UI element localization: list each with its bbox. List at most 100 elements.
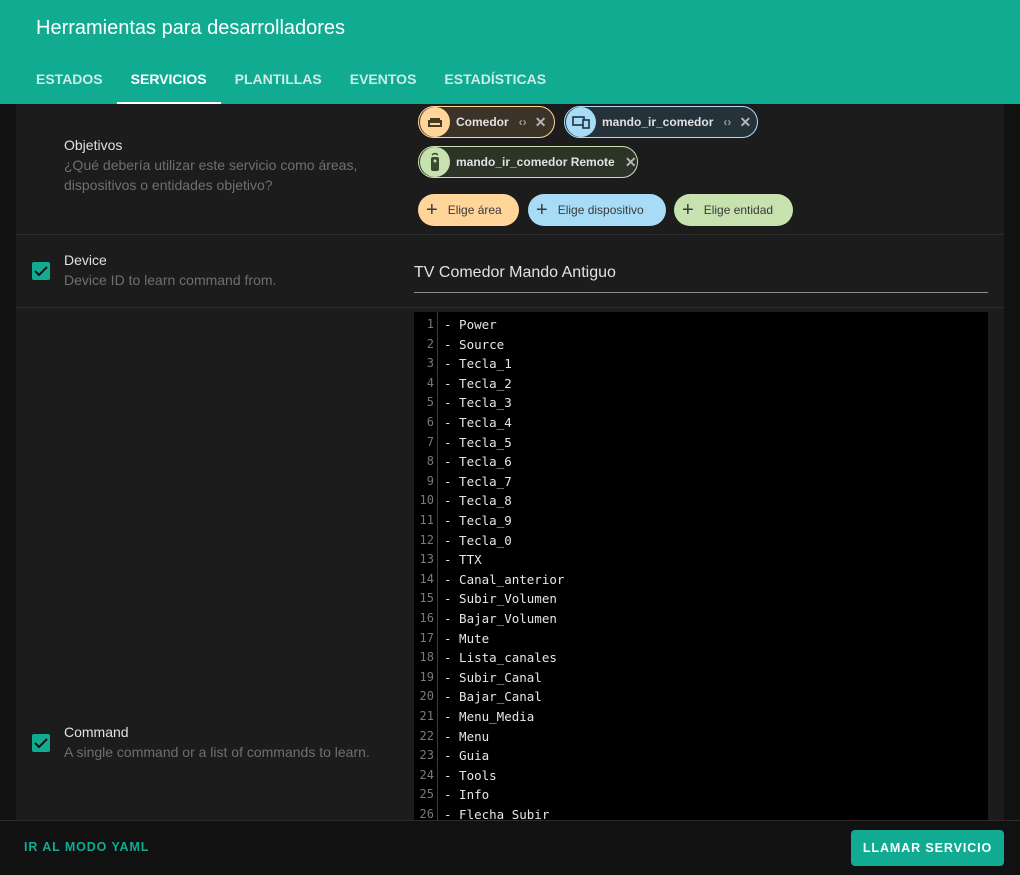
- line-number: 17: [419, 630, 434, 645]
- call-service-button[interactable]: LLAMAR SERVICIO: [851, 830, 1004, 866]
- yaml-mode-button[interactable]: IR AL MODO YAML: [24, 840, 149, 854]
- plus-icon: +: [682, 199, 694, 221]
- entity-chip-mando-ir-comedor-remote[interactable]: mando_ir_comedor Remote ✕: [418, 146, 638, 178]
- pick-device-label: Elige dispositivo: [557, 203, 644, 217]
- line-number: 20: [419, 689, 434, 704]
- line-number: 11: [419, 513, 434, 527]
- code-text: - Tools: [444, 767, 497, 783]
- code-text: - Menu: [444, 728, 490, 744]
- line-number: 23: [419, 748, 434, 763]
- code-text: - Tecla_6: [444, 454, 512, 470]
- device-title: Device: [64, 252, 107, 268]
- code-text: - Bajar_Volumen: [444, 611, 557, 626]
- device-chip-mando-ir-comedor[interactable]: mando_ir_comedor ‹› ✕: [564, 106, 758, 138]
- chip-label: Comedor: [456, 115, 509, 129]
- command-row: Command A single command or a list of co…: [16, 308, 1004, 820]
- line-number: 16: [419, 611, 434, 625]
- line-number: 26: [419, 807, 434, 820]
- code-line: 11 - Tecla_9: [414, 511, 984, 531]
- card-actions: IR AL MODO YAML LLAMAR SERVICIO: [0, 820, 1020, 875]
- code-line: 8 - Tecla_6: [414, 452, 984, 472]
- tab-plantillas[interactable]: PLANTILLAS: [221, 60, 336, 104]
- code-line: 25 - Info: [414, 785, 984, 805]
- targets-description: ¿Qué debería utilizar este servicio como…: [64, 157, 358, 193]
- device-description: Device ID to learn command from.: [64, 272, 277, 288]
- device-checkbox[interactable]: [32, 262, 50, 280]
- expand-icon[interactable]: ‹›: [723, 115, 731, 129]
- code-text: - Tecla_1: [444, 356, 512, 372]
- code-text: - Subir_Canal: [444, 669, 542, 685]
- pick-device-button[interactable]: + Elige dispositivo: [528, 194, 666, 226]
- device-input[interactable]: TV Comedor Mando Antiguo: [414, 263, 988, 293]
- expand-icon[interactable]: ‹›: [519, 115, 527, 129]
- command-description: A single command or a list of commands t…: [64, 744, 370, 760]
- line-number: 1: [426, 317, 434, 331]
- targets-title: Objetivos: [64, 137, 123, 153]
- code-text: - Tecla_9: [444, 513, 512, 528]
- command-code-editor[interactable]: 1 - Power 2 - Source 3 - Tecla_1 4 - Tecla_2 5 - …: [414, 312, 988, 820]
- close-icon[interactable]: ✕: [535, 114, 547, 131]
- code-text: - Info: [444, 787, 490, 803]
- line-number: 9: [426, 473, 434, 488]
- code-text: - Power: [444, 317, 497, 332]
- service-card: Objetivos ¿Qué debería utilizar este ser…: [16, 104, 1004, 820]
- code-line: 6 - Tecla_4: [414, 413, 984, 433]
- tab-estados[interactable]: ESTADOS: [22, 60, 117, 104]
- code-line: 13 - TTX: [414, 550, 984, 570]
- line-number: 18: [419, 650, 434, 665]
- code-text: - Subir_Volumen: [444, 591, 557, 607]
- code-line: 24 - Tools: [414, 766, 984, 786]
- code-text: - Tecla_2: [444, 375, 512, 391]
- code-line: 21 - Menu_Media: [414, 707, 984, 727]
- line-number: 22: [419, 728, 434, 743]
- app-header: Herramientas para desarrolladores ESTADO…: [0, 0, 1020, 104]
- close-icon[interactable]: ✕: [625, 154, 637, 171]
- code-line: 14 - Canal_anterior: [414, 570, 984, 590]
- page-title: Herramientas para desarrolladores: [36, 17, 346, 39]
- code-line: 4 - Tecla_2: [414, 374, 984, 394]
- code-text: - Mute: [444, 630, 490, 646]
- chip-label: mando_ir_comedor: [602, 115, 714, 129]
- code-line: 17 - Mute: [414, 629, 984, 649]
- remote-icon: [420, 147, 450, 177]
- command-checkbox[interactable]: [32, 734, 50, 752]
- code-line: 2 - Source: [414, 335, 984, 355]
- code-text: - Tecla_3: [444, 395, 512, 411]
- tab-servicios[interactable]: SERVICIOS: [116, 60, 221, 104]
- pick-entity-label: Elige entidad: [703, 203, 774, 217]
- code-line: 19 - Subir_Canal: [414, 668, 984, 688]
- line-number: 6: [426, 415, 434, 429]
- code-line: 26 - Flecha_Subir: [414, 805, 984, 820]
- plus-icon: +: [426, 199, 438, 221]
- code-line: 16 - Bajar_Volumen: [414, 609, 984, 629]
- code-text: - Canal_anterior: [444, 571, 565, 587]
- targets-label: Objetivos ¿Qué debería utilizar este ser…: [64, 135, 384, 195]
- line-number: 15: [419, 591, 434, 606]
- command-label: Command A single command or a list of co…: [64, 722, 384, 762]
- code-text: - Flecha_Subir: [444, 807, 550, 820]
- line-number: 5: [426, 395, 434, 410]
- code-line: 18 - Lista_canales: [414, 648, 984, 668]
- code-text: - Tecla_4: [444, 415, 512, 430]
- pick-area-label: Elige área: [447, 203, 502, 217]
- close-icon[interactable]: ✕: [739, 114, 752, 131]
- line-number: 21: [419, 709, 434, 723]
- tab-estadisticas[interactable]: ESTADÍSTICAS: [430, 60, 560, 104]
- tab-bar: ESTADOS SERVICIOS PLANTILLAS EVENTOS EST…: [22, 60, 560, 104]
- line-number: 7: [426, 434, 434, 449]
- devices-icon: [566, 107, 596, 137]
- area-chip-comedor[interactable]: Comedor ‹› ✕: [418, 106, 555, 138]
- code-text: - Lista_canales: [444, 650, 557, 666]
- pick-entity-button[interactable]: + Elige entidad: [674, 194, 793, 226]
- code-line: 23 - Guia: [414, 746, 984, 766]
- code-text: - Tecla_5: [444, 434, 512, 450]
- code-line: 1 - Power: [414, 315, 984, 335]
- code-text: - Bajar_Canal: [444, 689, 542, 705]
- pick-area-button[interactable]: + Elige área: [418, 194, 519, 226]
- code-line: 9 - Tecla_7: [414, 472, 984, 492]
- line-number: 3: [426, 356, 434, 371]
- code-line: 12 - Tecla_0: [414, 531, 984, 551]
- code-text: - TTX: [444, 552, 482, 568]
- line-number: 19: [419, 669, 434, 684]
- tab-eventos[interactable]: EVENTOS: [336, 60, 431, 104]
